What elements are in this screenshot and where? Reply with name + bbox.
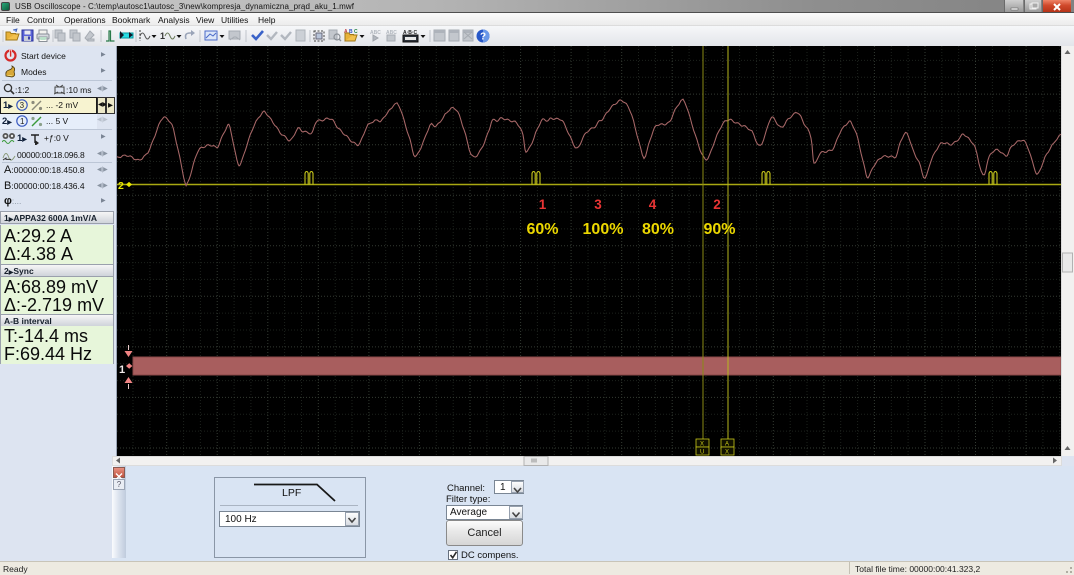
svg-text:2: 2	[118, 180, 124, 192]
svg-text:ABC: ABC	[370, 30, 381, 36]
svg-text:X: X	[725, 450, 729, 456]
svg-text:X: X	[700, 442, 704, 448]
svg-text:A: A	[725, 442, 729, 448]
svg-text:1: 1	[539, 197, 547, 212]
svg-text:100%: 100%	[583, 221, 624, 238]
svg-text:3: 3	[20, 101, 25, 110]
svg-text:4: 4	[649, 197, 657, 212]
svg-text:1: 1	[119, 364, 125, 376]
svg-text:1: 1	[160, 31, 165, 41]
svg-text:90%: 90%	[703, 221, 735, 238]
svg-text:U: U	[700, 450, 704, 456]
svg-text:2: 2	[713, 197, 721, 212]
svg-text:?: ?	[480, 32, 486, 43]
svg-text:80%: 80%	[642, 221, 674, 238]
svg-text:60%: 60%	[526, 221, 558, 238]
svg-text:C: C	[354, 29, 358, 35]
svg-text:3: 3	[594, 197, 602, 212]
svg-text:1: 1	[20, 117, 25, 126]
svg-text:LPF: LPF	[282, 487, 301, 499]
